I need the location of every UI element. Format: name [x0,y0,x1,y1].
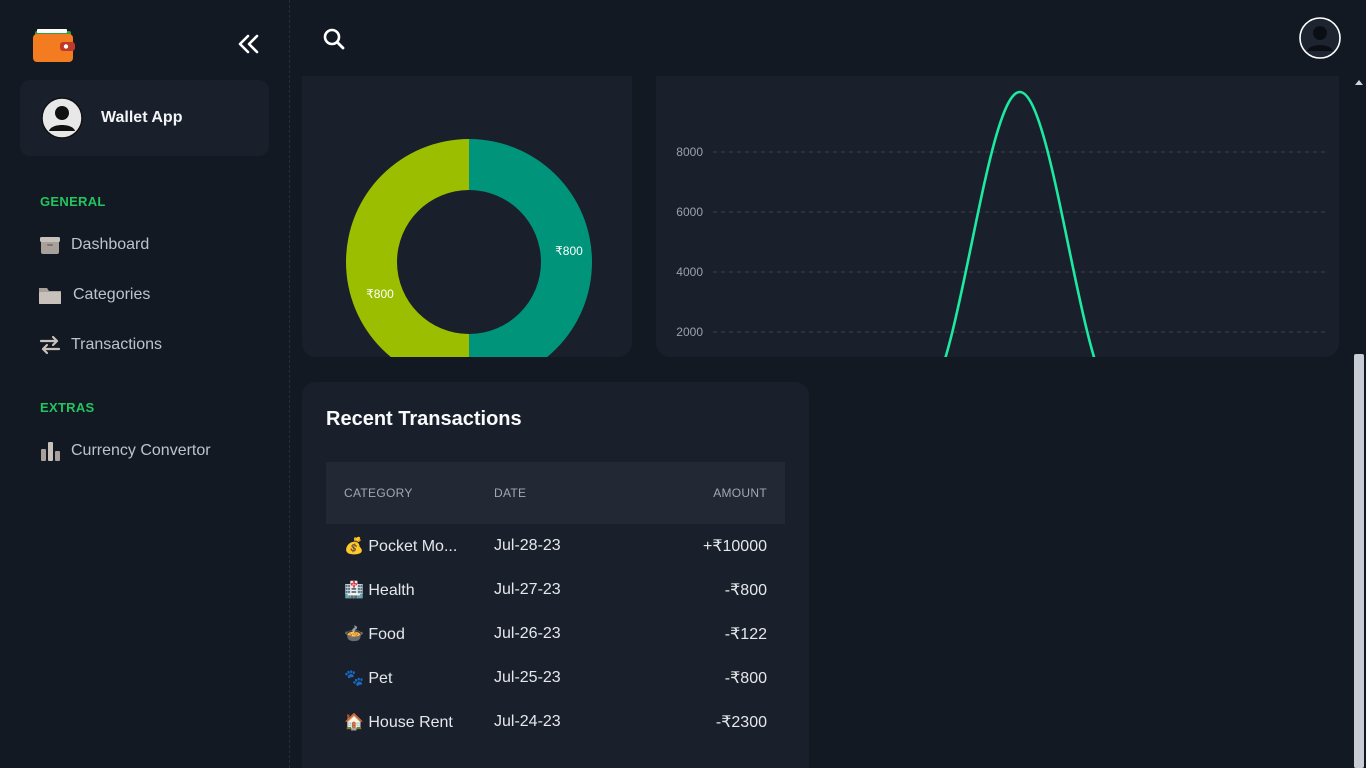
donut-chart: ₹800 ₹800 [346,139,592,385]
scroll-thumb[interactable] [1354,354,1364,768]
scroll-up-arrow-icon[interactable] [1355,80,1363,85]
section-title: Recent Transactions [326,408,522,430]
avatar [41,97,83,139]
recent-transactions-card: Recent Transactions CATEGORY DATE AMOUNT… [302,382,809,768]
profile-card[interactable]: Wallet App [20,80,269,156]
y-tick-label: 4000 [676,265,703,279]
transaction-category: 🏠 House Rent [344,714,453,731]
section-label-general: GENERAL [40,194,106,209]
transaction-amount: -₹800 [724,582,767,599]
y-tick-label: 8000 [676,145,703,159]
line-chart-card: 0200040006000800025-Jul26-Jul27-Jul28-Ju… [656,76,1339,417]
wallet-logo-icon[interactable] [33,28,75,62]
section-label-extras: EXTRAS [40,400,95,415]
transaction-date: Jul-26-23 [494,625,561,642]
transactions-table: CATEGORY DATE AMOUNT 💰 Pocket Mo... Jul-… [326,462,785,744]
search-icon[interactable] [322,27,346,51]
sidebar-item-currency-convertor[interactable]: Currency Convertor [38,437,211,465]
table-row[interactable]: 🏥 Health Jul-27-23 -₹800 [326,568,785,612]
donut-data-label: ₹800 [366,287,394,301]
y-tick-label: 6000 [676,205,703,219]
donut-card: ₹800 ₹800 [302,76,632,385]
box-icon [38,233,62,257]
donut-data-label: ₹800 [555,244,583,258]
sidebar-item-transactions[interactable]: Transactions [38,331,162,359]
transaction-amount: -₹122 [724,626,767,643]
sidebar-item-label: Dashboard [71,236,150,253]
transaction-date: Jul-25-23 [494,669,561,686]
bar-chart-icon [38,439,62,463]
column-header-amount: AMOUNT [713,486,767,500]
line-chart: 0200040006000800025-Jul26-Jul27-Jul28-Ju… [676,90,1326,417]
folder-icon [38,283,62,307]
column-header-date: DATE [494,486,527,500]
sidebar-item-label: Categories [73,286,151,303]
transaction-amount: -₹800 [724,670,767,687]
transaction-category: 🏥 Health [344,582,415,599]
main-content: ₹800₹800 0200040006000800025-Jul26-Jul27… [290,76,1352,768]
sidebar-item-dashboard[interactable]: Dashboard [38,231,149,259]
user-avatar-icon[interactable] [1299,17,1341,59]
arrows-swap-icon [38,333,62,357]
table-row[interactable]: 🏠 House Rent Jul-24-23 -₹2300 [326,700,785,744]
profile-name: Wallet App [101,109,183,126]
transaction-amount: +₹10000 [702,538,767,555]
transaction-date: Jul-28-23 [494,537,561,554]
y-tick-label: 2000 [676,325,703,339]
sidebar-item-label: Currency Convertor [71,442,211,459]
transaction-amount: -₹2300 [715,714,767,731]
table-row[interactable]: 🍲 Food Jul-26-23 -₹122 [326,612,785,656]
donut-slice[interactable] [346,139,469,385]
sidebar: Wallet App GENERAL Dashboard Categories … [0,0,290,768]
table-row[interactable]: 💰 Pocket Mo... Jul-28-23 +₹10000 [326,524,785,568]
transaction-date: Jul-27-23 [494,581,561,598]
table-header: CATEGORY DATE AMOUNT [326,462,785,524]
collapse-sidebar-icon[interactable] [236,32,262,56]
table-row[interactable]: 🐾 Pet Jul-25-23 -₹800 [326,656,785,700]
column-header-category: CATEGORY [344,486,413,500]
transaction-date: Jul-24-23 [494,713,561,730]
sidebar-item-label: Transactions [71,336,162,353]
series-line[interactable] [757,90,1283,394]
topbar [290,0,1366,76]
transaction-category: 🐾 Pet [344,670,393,687]
sidebar-item-categories[interactable]: Categories [38,281,150,309]
scrollbar[interactable] [1352,76,1366,768]
transaction-category: 💰 Pocket Mo... [344,538,458,555]
transaction-category: 🍲 Food [344,626,405,643]
